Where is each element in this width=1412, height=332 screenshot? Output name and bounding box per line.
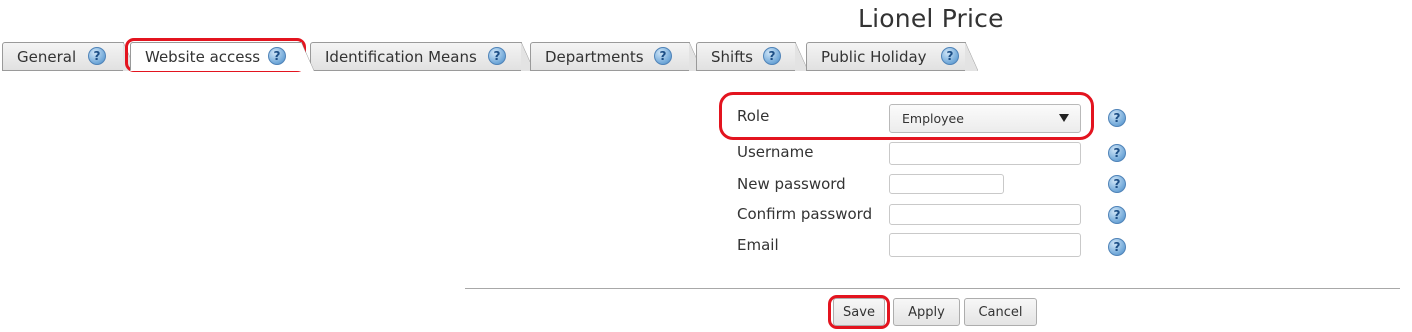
tab-shifts[interactable]: Shifts ? xyxy=(696,42,808,71)
help-icon[interactable]: ? xyxy=(88,47,106,65)
help-icon[interactable]: ? xyxy=(1108,238,1126,256)
tab-label: Public Holiday xyxy=(821,47,927,66)
help-icon[interactable]: ? xyxy=(268,47,286,65)
tab-label: General xyxy=(17,47,77,66)
username-label: Username xyxy=(737,143,814,161)
cancel-button[interactable]: Cancel xyxy=(964,298,1037,326)
help-icon[interactable]: ? xyxy=(1108,109,1126,127)
help-icon[interactable]: ? xyxy=(1108,206,1126,224)
page: Lionel Price General ? Website access ? … xyxy=(0,0,1412,332)
role-value: Employee xyxy=(902,111,964,126)
tab-identification-means[interactable]: Identification Means ? xyxy=(310,42,534,71)
apply-button[interactable]: Apply xyxy=(893,298,960,326)
tab-label: Identification Means xyxy=(325,47,477,66)
tab-website-access[interactable]: Website access ? xyxy=(130,42,314,71)
new-password-input[interactable] xyxy=(889,174,1004,194)
tab-label: Departments xyxy=(545,47,644,66)
page-title: Lionel Price xyxy=(858,4,1004,33)
help-icon[interactable]: ? xyxy=(941,47,959,65)
tab-public-holiday[interactable]: Public Holiday ? xyxy=(806,42,978,71)
help-icon[interactable]: ? xyxy=(488,47,506,65)
divider xyxy=(465,288,1400,289)
save-button[interactable]: Save xyxy=(833,298,885,326)
confirm-password-input[interactable] xyxy=(889,204,1081,225)
tab-label: Website access xyxy=(145,47,261,66)
help-icon[interactable]: ? xyxy=(1108,175,1126,193)
tab-departments[interactable]: Departments ? xyxy=(530,42,702,71)
username-input[interactable] xyxy=(889,142,1081,165)
help-icon[interactable]: ? xyxy=(654,47,672,65)
tab-label: Shifts xyxy=(711,47,753,66)
confirm-password-label: Confirm password xyxy=(737,205,873,223)
email-label: Email xyxy=(737,236,779,254)
dropdown-arrow-icon xyxy=(1059,114,1069,122)
role-select[interactable]: Employee xyxy=(889,104,1081,133)
tab-general[interactable]: General ? xyxy=(2,42,136,71)
role-label: Role xyxy=(737,107,770,125)
help-icon[interactable]: ? xyxy=(1108,144,1126,162)
help-icon[interactable]: ? xyxy=(763,47,781,65)
new-password-label: New password xyxy=(737,175,846,193)
email-input[interactable] xyxy=(889,233,1081,257)
